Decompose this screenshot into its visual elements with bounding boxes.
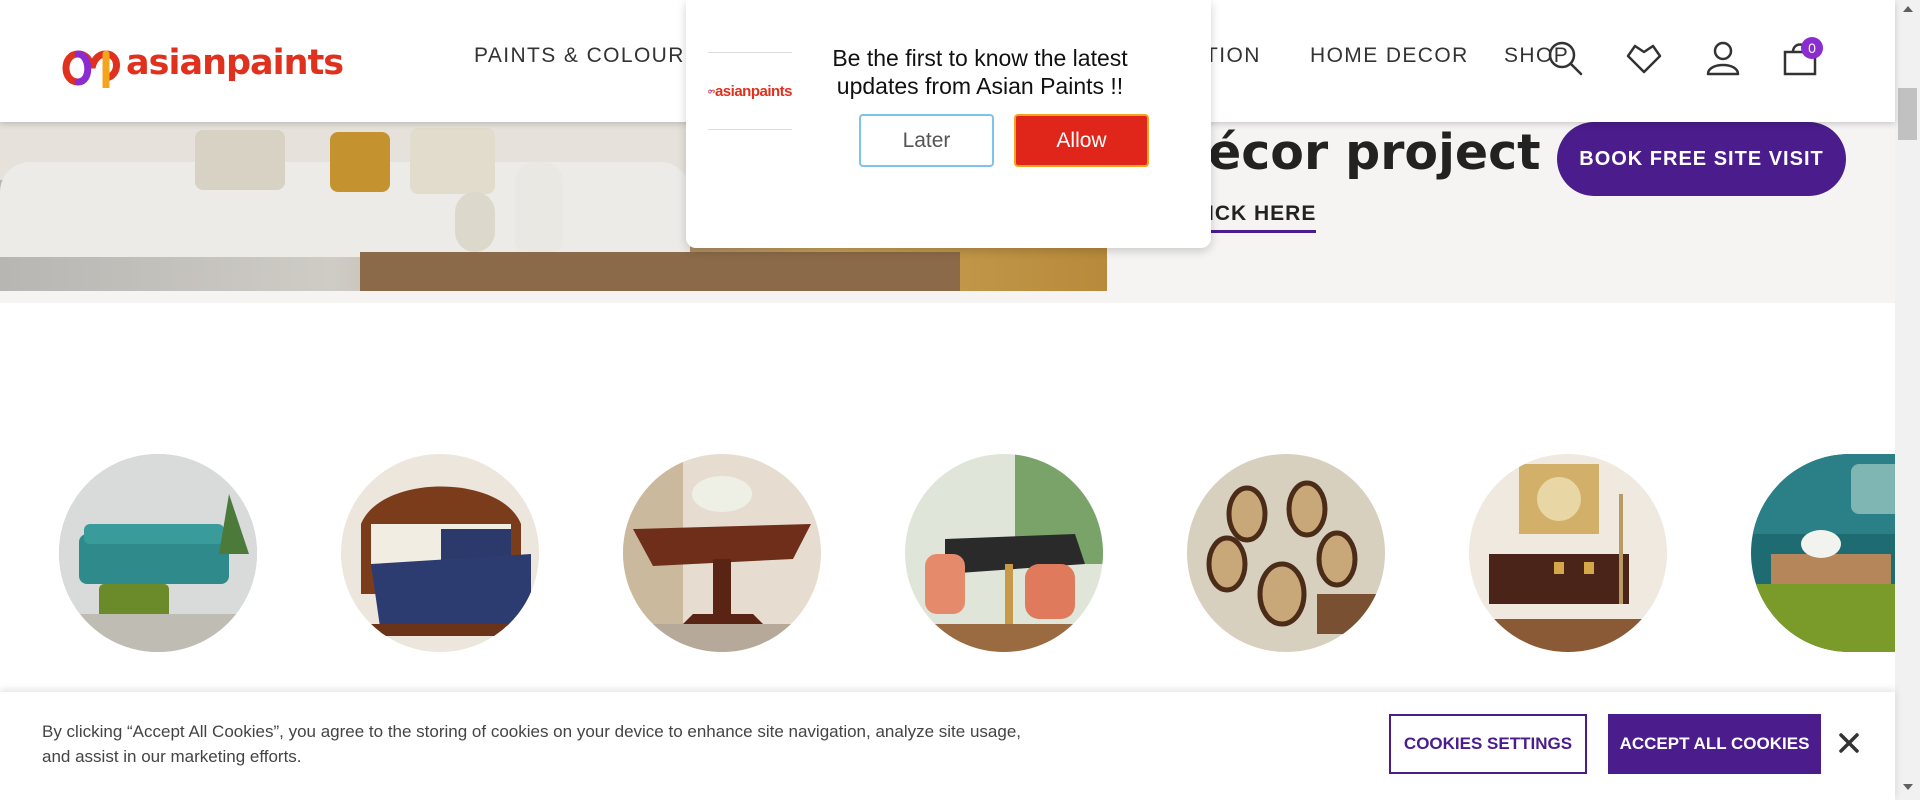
category-chairs[interactable]	[1187, 454, 1385, 652]
notification-logo: asianpaints	[708, 52, 793, 130]
user-icon[interactable]	[1703, 38, 1743, 78]
brand-wordmark: asianpaints	[126, 42, 344, 83]
later-button[interactable]: Later	[859, 114, 994, 167]
sofa-image	[59, 454, 257, 652]
category-sectional[interactable]	[1751, 454, 1895, 652]
heart-icon[interactable]	[1624, 38, 1664, 78]
nav-item-partial[interactable]: TION	[1205, 44, 1261, 68]
nav-item-home-decor[interactable]: HOME DECOR	[1310, 44, 1469, 68]
page-scrollbar[interactable]	[1895, 0, 1920, 800]
search-icon[interactable]	[1545, 38, 1585, 78]
nav-item-paints-colours[interactable]: PAINTS & COLOURS	[474, 44, 700, 68]
category-table[interactable]	[623, 454, 821, 652]
asianpaints-logo-icon	[62, 50, 120, 88]
chairs-image	[1187, 454, 1385, 652]
cookie-banner: By clicking “Accept All Cookies”, you ag…	[0, 692, 1895, 800]
table-image	[623, 454, 821, 652]
notification-message: Be the first to know the latest updates …	[832, 45, 1128, 99]
category-bed[interactable]	[341, 454, 539, 652]
category-dining-set[interactable]	[905, 454, 1103, 652]
asianpaints-logo-icon	[708, 89, 715, 94]
book-free-site-visit-button[interactable]: BOOK FREE SITE VISIT	[1557, 122, 1846, 196]
accept-all-cookies-button[interactable]: ACCEPT ALL COOKIES	[1608, 714, 1821, 774]
close-icon[interactable]	[1835, 729, 1863, 757]
scroll-up-arrow-icon[interactable]	[1903, 6, 1913, 12]
hero-title: écor project	[1208, 124, 1541, 181]
sideboard-image	[1469, 454, 1667, 652]
category-sofa[interactable]	[59, 454, 257, 652]
bed-image	[341, 454, 539, 652]
push-notification-prompt: asianpaints Be the first to know the lat…	[686, 0, 1211, 248]
scroll-thumb[interactable]	[1898, 88, 1917, 140]
category-sideboard[interactable]	[1469, 454, 1667, 652]
dining-set-image	[905, 454, 1103, 652]
notification-logo-text: asianpaints	[714, 82, 793, 100]
click-here-link[interactable]: ICK HERE	[1208, 202, 1317, 233]
cookies-settings-button[interactable]: COOKIES SETTINGS	[1389, 714, 1587, 774]
sectional-image	[1751, 454, 1895, 652]
scroll-down-arrow-icon[interactable]	[1903, 784, 1913, 790]
brand-logo[interactable]: asianpaints	[60, 38, 344, 88]
cart-count-badge: 0	[1801, 37, 1823, 59]
cookie-consent-text: By clicking “Accept All Cookies”, you ag…	[42, 722, 1021, 766]
allow-button[interactable]: Allow	[1014, 114, 1149, 167]
